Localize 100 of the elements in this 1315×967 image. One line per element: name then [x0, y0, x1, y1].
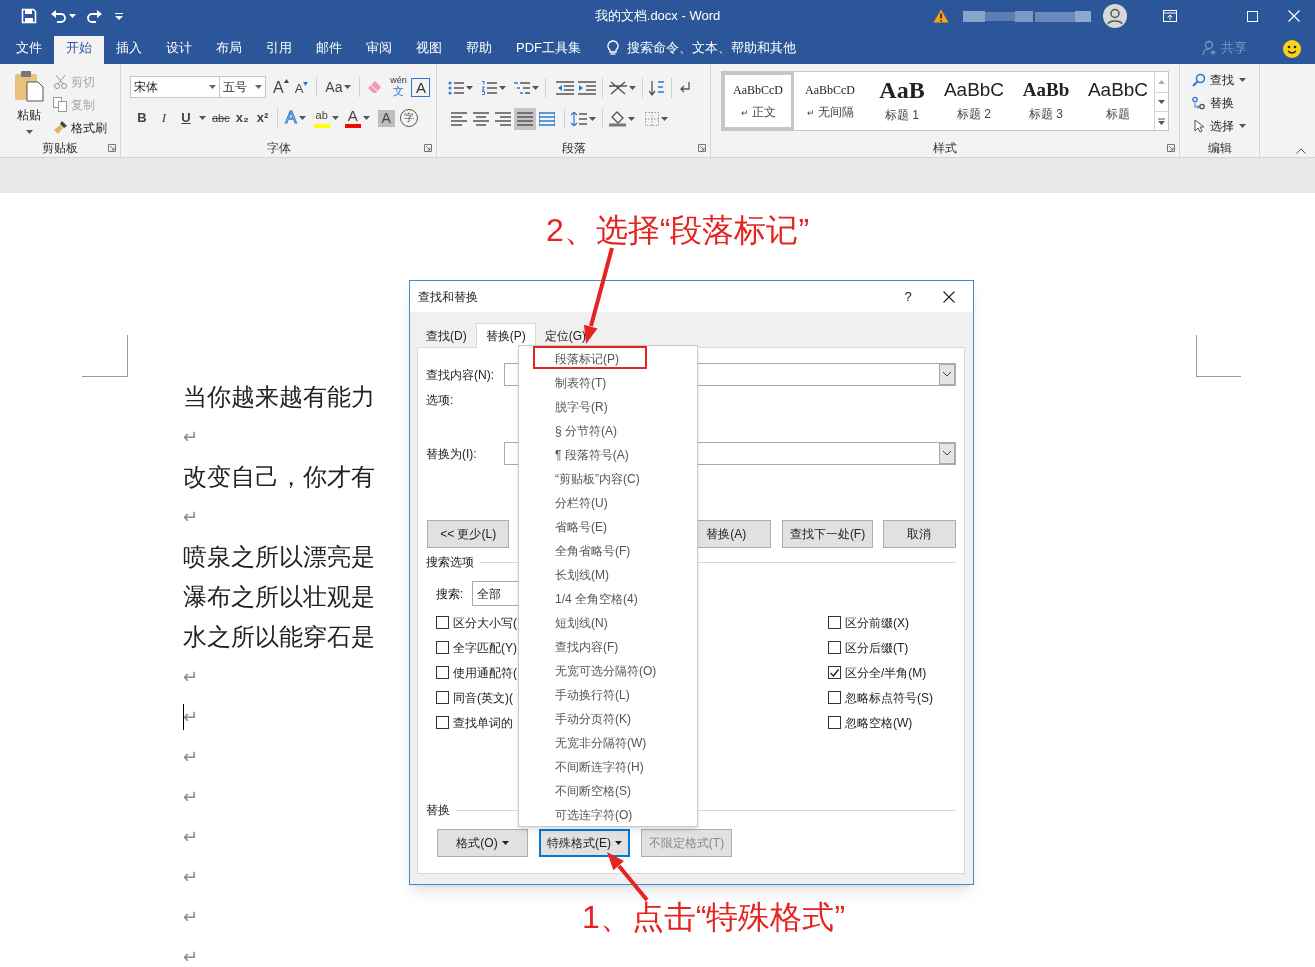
caret-icon[interactable] — [362, 116, 370, 120]
character-shading-button[interactable]: A — [377, 109, 395, 127]
dialog-tab[interactable]: 定位(G) — [535, 325, 595, 347]
style-item[interactable]: AaB 标题 1 — [866, 72, 938, 130]
menu-item[interactable]: 不间断空格(S) — [519, 779, 697, 803]
menu-item[interactable]: 无宽非分隔符(W) — [519, 731, 697, 755]
bullet-list-icon[interactable] — [448, 81, 464, 95]
caret-icon[interactable] — [1239, 77, 1246, 82]
clipboard-command[interactable]: 格式刷 — [53, 116, 107, 139]
menu-item[interactable]: 短划线(N) — [519, 611, 697, 635]
style-item[interactable]: AaBbC 标题 — [1082, 72, 1154, 130]
change-case-button[interactable]: Aa — [322, 76, 355, 98]
checkbox[interactable] — [436, 716, 449, 729]
grow-font-button[interactable]: A — [270, 76, 292, 98]
formatting-marks-icon[interactable] — [678, 81, 692, 95]
ribbon-tab[interactable]: 帮助 — [454, 36, 504, 64]
ribbon-display-options-icon[interactable] — [1163, 10, 1178, 22]
ribbon-tab[interactable]: 插入 — [104, 36, 154, 64]
caret-icon[interactable] — [589, 117, 596, 121]
warning-icon[interactable] — [933, 9, 949, 23]
increase-indent-icon[interactable] — [578, 81, 596, 95]
dialog-button[interactable]: 特殊格式(E) — [539, 829, 630, 857]
decrease-indent-icon[interactable] — [556, 81, 574, 95]
ribbon-tab[interactable]: PDF工具集 — [504, 36, 593, 64]
strikethrough-button[interactable]: abc — [210, 107, 232, 129]
dialog-button[interactable]: << 更少(L) — [427, 520, 510, 548]
redo-icon[interactable] — [86, 9, 102, 23]
ribbon-tab[interactable]: 视图 — [404, 36, 454, 64]
italic-button[interactable]: I — [153, 107, 175, 129]
paint-bucket-icon[interactable] — [609, 111, 626, 127]
help-button[interactable]: ? — [898, 286, 918, 307]
font-name-combo[interactable]: 宋体 — [130, 76, 220, 98]
menu-item[interactable]: 脱字号(R) — [519, 395, 697, 419]
menu-item[interactable]: 可选连字符(O) — [519, 803, 697, 827]
style-item[interactable]: AaBbC 标题 2 — [938, 72, 1010, 130]
caret-icon[interactable] — [466, 86, 473, 90]
caret-icon[interactable] — [298, 116, 306, 120]
ribbon-tab[interactable]: 设计 — [154, 36, 204, 64]
subscript-button[interactable]: x₂ — [231, 107, 253, 129]
ribbon-tab[interactable]: 布局 — [204, 36, 254, 64]
ribbon-tab[interactable]: 审阅 — [354, 36, 404, 64]
style-item[interactable]: AaBbCcD ↵ 正文 — [722, 72, 794, 130]
smiley-icon[interactable] — [1283, 40, 1301, 58]
menu-item[interactable]: 长划线(M) — [519, 563, 697, 587]
checkbox[interactable] — [828, 641, 841, 654]
caret-icon[interactable] — [344, 85, 352, 89]
checkbox[interactable] — [436, 641, 449, 654]
editing-command[interactable]: 选择 — [1192, 114, 1246, 137]
checkbox[interactable] — [828, 716, 841, 729]
checkbox[interactable] — [828, 666, 841, 679]
font-color-button[interactable]: A — [344, 107, 370, 129]
dialog-launcher-icon[interactable] — [698, 144, 706, 152]
caret-icon[interactable] — [199, 116, 206, 120]
editing-command[interactable]: 替换 — [1192, 91, 1234, 114]
close-icon[interactable] — [943, 290, 955, 303]
tell-me-field[interactable]: 搜索命令、文本、帮助和其他 — [607, 36, 796, 64]
customize-icon[interactable] — [115, 12, 123, 20]
menu-item[interactable]: 制表符(T) — [519, 371, 697, 395]
caret-icon[interactable] — [628, 117, 635, 121]
save-icon[interactable] — [21, 8, 37, 24]
dialog-button[interactable]: 取消 — [882, 520, 956, 548]
menu-item[interactable]: 查找内容(F) — [519, 635, 697, 659]
underline-button[interactable]: U — [175, 107, 197, 129]
caret-icon[interactable] — [499, 86, 506, 90]
caret-icon[interactable] — [69, 14, 76, 18]
checkbox[interactable] — [828, 691, 841, 704]
dialog-launcher-icon[interactable] — [1167, 144, 1175, 152]
dialog-launcher-icon[interactable] — [108, 144, 116, 152]
ribbon-tab[interactable]: 开始 — [54, 36, 104, 64]
align-justify-button[interactable] — [514, 108, 536, 130]
style-item[interactable]: AaBbCcD ↵ 无间隔 — [794, 72, 866, 130]
undo-icon[interactable] — [51, 9, 67, 23]
ribbon-tab[interactable]: 引用 — [254, 36, 304, 64]
caret-icon[interactable] — [1239, 123, 1246, 128]
menu-item[interactable]: 1/4 全角空格(4) — [519, 587, 697, 611]
phonetic-guide-button[interactable]: wén 文 — [387, 75, 410, 99]
checkbox[interactable] — [828, 616, 841, 629]
character-border-button[interactable]: A — [411, 77, 431, 97]
dialog-tab[interactable]: 查找(D) — [417, 325, 476, 347]
editing-command[interactable]: 查找 — [1192, 68, 1246, 91]
line-spacing-icon[interactable] — [571, 112, 587, 126]
caret-icon[interactable] — [331, 116, 339, 120]
style-item[interactable]: AaBb 标题 3 — [1010, 72, 1082, 130]
dialog-launcher-icon[interactable] — [424, 144, 432, 152]
menu-item[interactable]: 无宽可选分隔符(O) — [519, 659, 697, 683]
menu-item[interactable]: 手动分页符(K) — [519, 707, 697, 731]
highlight-button[interactable]: ab — [313, 107, 339, 129]
maximize-icon[interactable] — [1247, 10, 1259, 22]
superscript-button[interactable]: x² — [252, 107, 273, 129]
menu-item[interactable]: 分栏符(U) — [519, 491, 697, 515]
collapse-ribbon-icon[interactable] — [1296, 148, 1306, 154]
checkbox[interactable] — [436, 616, 449, 629]
caret-icon[interactable] — [629, 86, 636, 90]
font-size-combo[interactable]: 五号 — [220, 76, 266, 98]
avatar-icon[interactable] — [1103, 4, 1127, 28]
ribbon-tab[interactable]: 文件 — [4, 36, 54, 64]
multilevel-list-icon[interactable] — [514, 81, 530, 95]
caret-icon[interactable] — [661, 117, 668, 121]
sort-icon[interactable] — [649, 80, 665, 96]
menu-item[interactable]: “剪贴板”内容(C) — [519, 467, 697, 491]
